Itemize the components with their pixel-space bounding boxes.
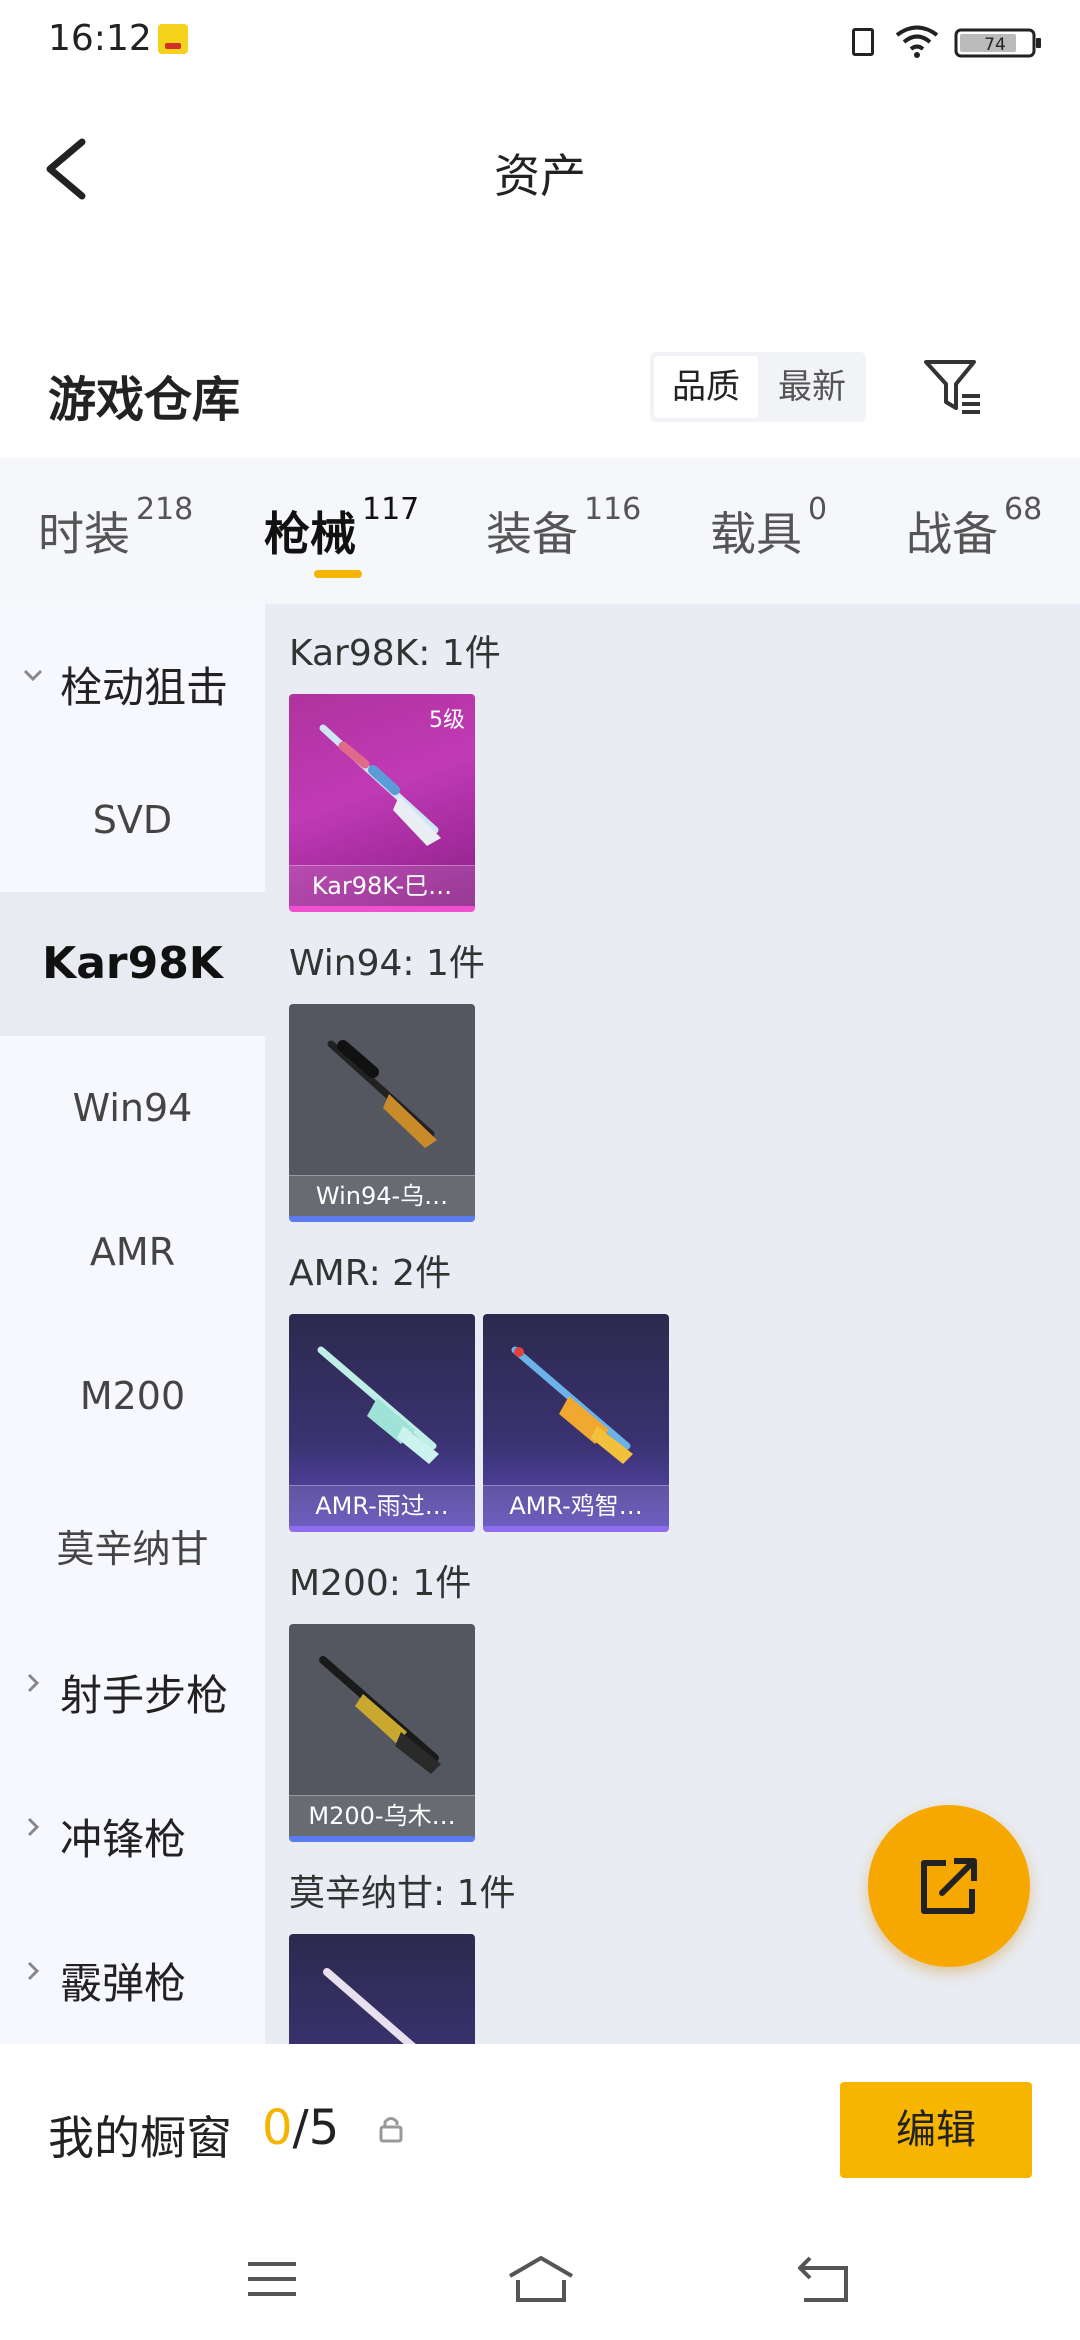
rifle-icon xyxy=(323,1968,416,2044)
tab-label: 枪械 xyxy=(264,507,356,561)
weapon-name: M200-乌木… xyxy=(289,1795,475,1836)
sidebar-group-smg[interactable]: 冲锋枪 xyxy=(0,1756,265,1900)
tab-label: 战备 xyxy=(906,507,998,561)
weapon-card[interactable]: Win94-乌… xyxy=(289,1004,475,1222)
home-icon[interactable] xyxy=(506,2254,576,2304)
tab-fashion[interactable]: 时装 218 xyxy=(38,492,193,564)
sidebar-group-label: 霰弹枪 xyxy=(60,1959,187,2008)
sidebar-item-label: SVD xyxy=(92,798,173,842)
system-nav-bar xyxy=(0,2210,1080,2340)
weapon-card[interactable]: AMR-鸡智… xyxy=(483,1314,669,1532)
sidebar-item-label: M200 xyxy=(79,1374,186,1418)
tab-label: 时装 xyxy=(38,507,130,561)
sidebar-group-shotgun[interactable]: 霰弹枪 xyxy=(0,1900,265,2044)
rifle-icon xyxy=(327,1040,437,1148)
battery-icon: 74 xyxy=(954,28,1041,58)
sidebar-item-m200[interactable]: M200 xyxy=(0,1324,265,1468)
sidebar-group-marksman[interactable]: 射手步枪 xyxy=(0,1612,265,1756)
share-icon xyxy=(921,1858,977,1914)
sidebar-item-label: 莫辛纳甘 xyxy=(56,1527,209,1571)
weapon-name: Kar98K-巳… xyxy=(289,865,475,906)
sidebar-item-svd[interactable]: SVD xyxy=(0,748,265,892)
sidebar-group-label: 栓动狙击 xyxy=(60,663,229,712)
sidebar-item-mosin[interactable]: 莫辛纳甘 xyxy=(0,1468,265,1612)
weapon-name: Win94-乌… xyxy=(289,1175,475,1216)
tab-vehicles[interactable]: 载具 0 xyxy=(710,492,827,564)
sidebar-item-win94[interactable]: Win94 xyxy=(0,1036,265,1180)
share-fab[interactable] xyxy=(868,1805,1030,1967)
status-time: 16:12 xyxy=(48,18,152,59)
group-title-amr: AMR: 2件 xyxy=(289,1253,452,1294)
wifi-icon xyxy=(895,25,939,58)
showcase-separator: / xyxy=(292,2100,309,2156)
chevron-down-icon xyxy=(23,669,43,682)
rifle-icon xyxy=(319,724,441,846)
sidebar-group-label: 射手步枪 xyxy=(60,1671,229,1720)
tab-count: 117 xyxy=(362,492,420,527)
sort-toggle: 品质 最新 xyxy=(650,352,866,422)
weapon-card[interactable]: M200-乌木… xyxy=(289,1624,475,1842)
tab-count: 218 xyxy=(136,492,194,527)
tab-count: 116 xyxy=(584,492,642,527)
tab-guns[interactable]: 枪械 117 xyxy=(264,492,419,564)
sort-newest-button[interactable]: 最新 xyxy=(760,352,864,422)
showcase-used: 0 xyxy=(262,2100,293,2156)
chevron-right-icon xyxy=(27,1817,40,1837)
rifle-icon xyxy=(511,1346,633,1464)
back-nav-icon[interactable] xyxy=(794,2254,854,2304)
showcase-count: 0/5 xyxy=(262,2100,339,2156)
tab-label: 载具 xyxy=(710,507,802,561)
group-title-mosin: 莫辛纳甘: 1件 xyxy=(289,1873,516,1914)
warehouse-header: 游戏仓库 品质 最新 xyxy=(0,340,1080,460)
tab-equipment[interactable]: 装备 116 xyxy=(486,492,641,564)
sidebar-item-label: Win94 xyxy=(72,1086,193,1130)
category-sidebar: 栓动狙击 SVD Kar98K Win94 AMR M200 莫辛纳甘 射手步枪… xyxy=(0,604,265,2044)
menu-icon[interactable] xyxy=(242,2254,302,2304)
page-title: 资产 xyxy=(494,149,586,203)
showcase-total: 5 xyxy=(308,2100,340,2156)
filter-icon[interactable] xyxy=(920,354,984,418)
tab-count: 68 xyxy=(1004,492,1043,527)
sidebar-group-label: 冲锋枪 xyxy=(60,1815,187,1864)
weapon-name: AMR-鸡智… xyxy=(483,1485,669,1526)
sidebar-item-label: AMR xyxy=(89,1230,176,1274)
sim-card-icon xyxy=(852,28,874,56)
chevron-right-icon xyxy=(27,1673,40,1693)
weapon-card[interactable]: 5级 Kar98K-巳… xyxy=(289,694,475,912)
sidebar-item-label: Kar98K xyxy=(42,938,223,989)
group-title-kar98k: Kar98K: 1件 xyxy=(289,633,501,674)
edit-button[interactable]: 编辑 xyxy=(840,2082,1032,2178)
app-header: 资产 xyxy=(0,84,1080,254)
group-title-m200: M200: 1件 xyxy=(289,1563,472,1604)
sidebar-group-bolt-action[interactable]: 栓动狙击 xyxy=(0,604,265,748)
tab-battle-prep[interactable]: 战备 68 xyxy=(906,492,1042,564)
showcase-label: 我的橱窗 xyxy=(48,2111,232,2165)
chevron-right-icon xyxy=(27,1961,40,1981)
tab-count: 0 xyxy=(808,492,828,527)
group-title-win94: Win94: 1件 xyxy=(289,943,485,984)
tab-label: 装备 xyxy=(486,507,578,561)
rifle-icon xyxy=(319,1656,441,1774)
sort-quality-button[interactable]: 品质 xyxy=(654,356,758,418)
lock-icon xyxy=(379,2117,403,2143)
warehouse-title: 游戏仓库 xyxy=(48,372,241,428)
active-tab-indicator xyxy=(314,570,362,578)
category-tabs: 时装 218 枪械 117 装备 116 载具 0 战备 68 xyxy=(0,458,1080,604)
battery-level: 74 xyxy=(984,35,1006,55)
sidebar-item-amr[interactable]: AMR xyxy=(0,1180,265,1324)
weapon-card[interactable]: AMR-雨过… xyxy=(289,1314,475,1532)
sidebar-item-kar98k[interactable]: Kar98K xyxy=(0,892,265,1036)
notification-app-icon xyxy=(158,24,188,54)
status-bar: 16:12 74 xyxy=(0,0,1080,84)
rifle-icon xyxy=(317,1346,439,1464)
weapon-name: AMR-雨过… xyxy=(289,1485,475,1526)
weapon-card[interactable] xyxy=(289,1934,475,2044)
